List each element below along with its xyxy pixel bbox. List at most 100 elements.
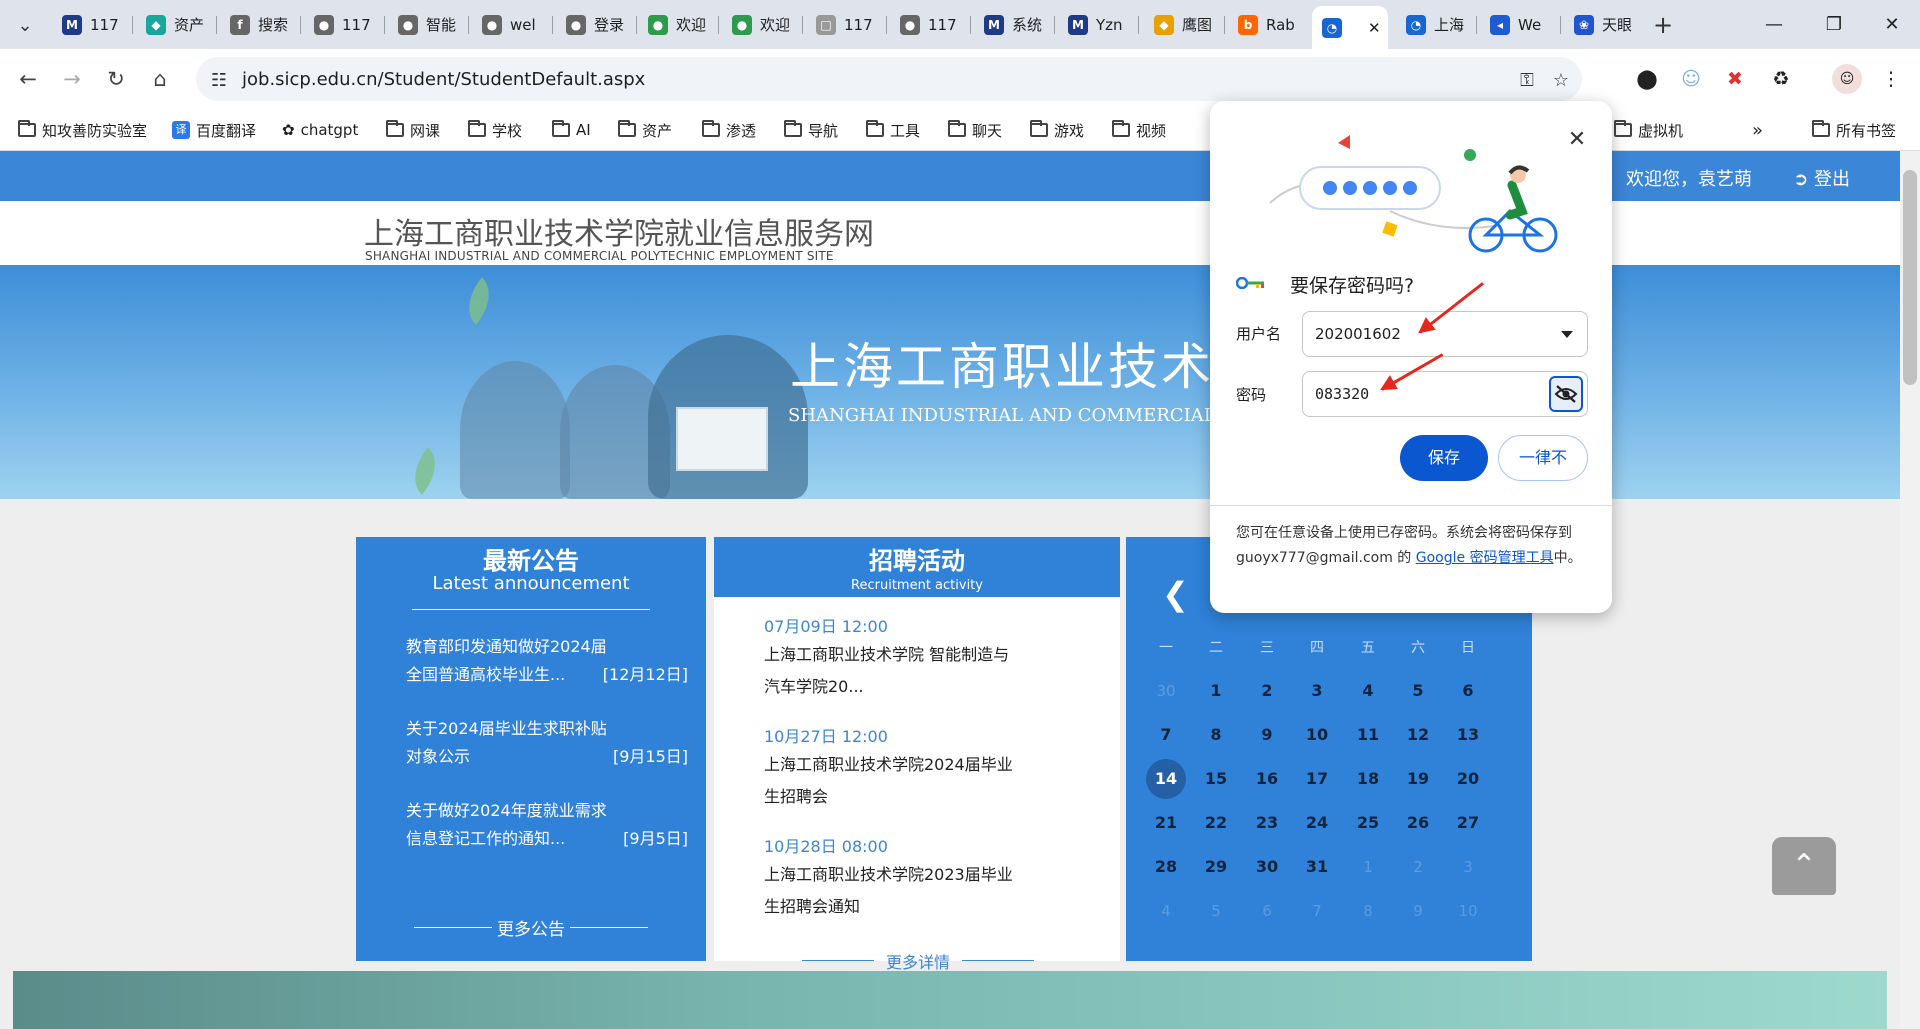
announcement-item[interactable]: 教育部印发通知做好2024届全国普通高校毕业生... [12月12日] <box>406 633 688 689</box>
calendar-day[interactable]: 20 <box>1448 759 1488 799</box>
calendar-day[interactable]: 14 <box>1146 759 1186 799</box>
browser-tab[interactable]: M 系统 <box>974 6 1052 43</box>
calendar-day[interactable]: 21 <box>1146 803 1186 843</box>
browser-tab[interactable]: ◔ 上海 <box>1396 6 1474 43</box>
calendar-day[interactable]: 7 <box>1297 891 1337 931</box>
browser-tab[interactable]: f 搜索 <box>220 6 298 43</box>
calendar-day[interactable]: 17 <box>1297 759 1337 799</box>
browser-tab[interactable]: ❀ 天眼 <box>1564 6 1642 43</box>
calendar-day[interactable]: 25 <box>1348 803 1388 843</box>
activity-link[interactable]: 上海工商职业技术学院 智能制造与汽车学院20... <box>764 639 1014 703</box>
calendar-day[interactable]: 30 <box>1146 671 1186 711</box>
browser-tab[interactable]: ● 欢迎 <box>722 6 800 43</box>
calendar-day[interactable]: 18 <box>1348 759 1388 799</box>
password-field[interactable]: 083320 <box>1302 371 1588 417</box>
activity-link[interactable]: 上海工商职业技术学院2023届毕业生招聘会通知 <box>764 859 1014 923</box>
more-menu-icon[interactable]: ⋮ <box>1876 64 1906 94</box>
calendar-day[interactable]: 2 <box>1247 671 1287 711</box>
restore-button[interactable]: ❐ <box>1804 0 1864 49</box>
bookmark-folder[interactable]: 学校 <box>468 117 522 143</box>
calendar-day[interactable]: 26 <box>1398 803 1438 843</box>
all-bookmarks-folder[interactable]: 所有书签 <box>1812 117 1896 143</box>
calendar-day[interactable]: 12 <box>1398 715 1438 755</box>
calendar-day[interactable]: 31 <box>1297 847 1337 887</box>
close-window-button[interactable]: ✕ <box>1862 0 1920 49</box>
calendar-day[interactable]: 5 <box>1398 671 1438 711</box>
extension-x-icon[interactable]: ✖ <box>1720 64 1750 94</box>
calendar-day[interactable]: 4 <box>1348 671 1388 711</box>
browser-tab[interactable]: ◂ We <box>1480 6 1558 43</box>
calendar-day[interactable]: 4 <box>1146 891 1186 931</box>
bookmark-folder[interactable]: 虚拟机 <box>1614 117 1683 143</box>
bookmark-folder[interactable]: 知攻善防实验室 <box>18 117 147 143</box>
browser-tab[interactable]: b Rab <box>1228 6 1306 43</box>
back-to-top-button[interactable]: ⌃ <box>1772 837 1836 895</box>
profile-avatar[interactable]: ☺ <box>1832 64 1862 94</box>
bookmark-folder[interactable]: 工具 <box>866 117 920 143</box>
never-button[interactable]: 一律不 <box>1498 435 1588 481</box>
calendar-day[interactable]: 6 <box>1448 671 1488 711</box>
calendar-day[interactable]: 11 <box>1348 715 1388 755</box>
url-text[interactable]: job.sicp.edu.cn/Student/StudentDefault.a… <box>242 69 645 90</box>
calendar-day[interactable]: 8 <box>1196 715 1236 755</box>
reload-button[interactable]: ↻ <box>98 61 134 97</box>
browser-tab[interactable]: ● 117 <box>890 6 968 43</box>
logout-link[interactable]: ➲ 登出 <box>1793 165 1850 191</box>
bookmark-folder[interactable]: 游戏 <box>1030 117 1084 143</box>
calendar-day[interactable]: 9 <box>1398 891 1438 931</box>
bookmark-link[interactable]: 译百度翻译 <box>172 117 256 143</box>
new-tab-button[interactable]: + <box>1646 8 1680 42</box>
calendar-day[interactable]: 3 <box>1448 847 1488 887</box>
username-dropdown[interactable]: 202001602 <box>1302 311 1588 357</box>
calendar-day[interactable]: 13 <box>1448 715 1488 755</box>
browser-tab[interactable]: ● 智能 <box>388 6 466 43</box>
calendar-day[interactable]: 6 <box>1247 891 1287 931</box>
calendar-day[interactable]: 28 <box>1146 847 1186 887</box>
browser-tab[interactable]: M Yzn <box>1058 6 1136 43</box>
minimize-button[interactable]: — <box>1744 0 1804 49</box>
bookmark-folder[interactable]: AI <box>552 117 591 143</box>
extension-circle-icon[interactable]: ⬤ <box>1632 64 1662 94</box>
calendar-day[interactable]: 1 <box>1348 847 1388 887</box>
browser-tab[interactable]: ● 117 <box>304 6 382 43</box>
browser-tab[interactable]: ◆ 资产 <box>136 6 214 43</box>
calendar-day[interactable]: 29 <box>1196 847 1236 887</box>
extension-translate-icon[interactable]: ☺ <box>1676 64 1706 94</box>
back-button[interactable]: ← <box>10 61 46 97</box>
browser-tab[interactable]: □ 117 <box>806 6 884 43</box>
tab-search-button[interactable]: ⌄ <box>8 8 42 42</box>
calendar-day[interactable]: 24 <box>1297 803 1337 843</box>
calendar-day[interactable]: 19 <box>1398 759 1438 799</box>
browser-tab[interactable]: ◔ ✕ <box>1312 6 1388 49</box>
browser-tab[interactable]: M 117 <box>52 6 130 43</box>
calendar-day[interactable]: 27 <box>1448 803 1488 843</box>
announcement-item[interactable]: 关于2024届毕业生求职补贴对象公示 [9月15日] <box>406 715 688 771</box>
calendar-day[interactable]: 5 <box>1196 891 1236 931</box>
calendar-day[interactable]: 15 <box>1196 759 1236 799</box>
calendar-day[interactable]: 3 <box>1297 671 1337 711</box>
calendar-day[interactable]: 8 <box>1348 891 1388 931</box>
close-tab-icon[interactable]: ✕ <box>1368 19 1381 37</box>
bookmark-folder[interactable]: 资产 <box>618 117 672 143</box>
calendar-day[interactable]: 22 <box>1196 803 1236 843</box>
save-button[interactable]: 保存 <box>1400 435 1488 481</box>
bookmark-link[interactable]: ✿ chatgpt <box>282 117 358 143</box>
bookmark-star-icon[interactable]: ☆ <box>1548 67 1574 93</box>
password-key-icon[interactable]: ⚿ <box>1514 67 1540 93</box>
bookmark-folder[interactable]: 网课 <box>386 117 440 143</box>
browser-tab[interactable]: ● 登录 <box>556 6 634 43</box>
address-bar[interactable]: ☷ job.sicp.edu.cn/Student/StudentDefault… <box>196 57 1582 101</box>
scrollbar-thumb[interactable] <box>1903 170 1917 385</box>
calendar-day[interactable]: 1 <box>1196 671 1236 711</box>
bookmark-folder[interactable]: 聊天 <box>948 117 1002 143</box>
activity-link[interactable]: 上海工商职业技术学院2024届毕业生招聘会 <box>764 749 1014 813</box>
calendar-day[interactable]: 16 <box>1247 759 1287 799</box>
browser-tab[interactable]: ● wel <box>472 6 550 43</box>
calendar-day[interactable]: 2 <box>1398 847 1438 887</box>
calendar-day[interactable]: 10 <box>1297 715 1337 755</box>
password-manager-link[interactable]: Google 密码管理工具 <box>1416 550 1554 566</box>
bookmark-folder[interactable]: 渗透 <box>702 117 756 143</box>
bookmark-folder[interactable]: 导航 <box>784 117 838 143</box>
calendar-prev-button[interactable]: ❮ <box>1162 575 1189 613</box>
browser-tab[interactable]: ◆ 鹰图 <box>1144 6 1222 43</box>
